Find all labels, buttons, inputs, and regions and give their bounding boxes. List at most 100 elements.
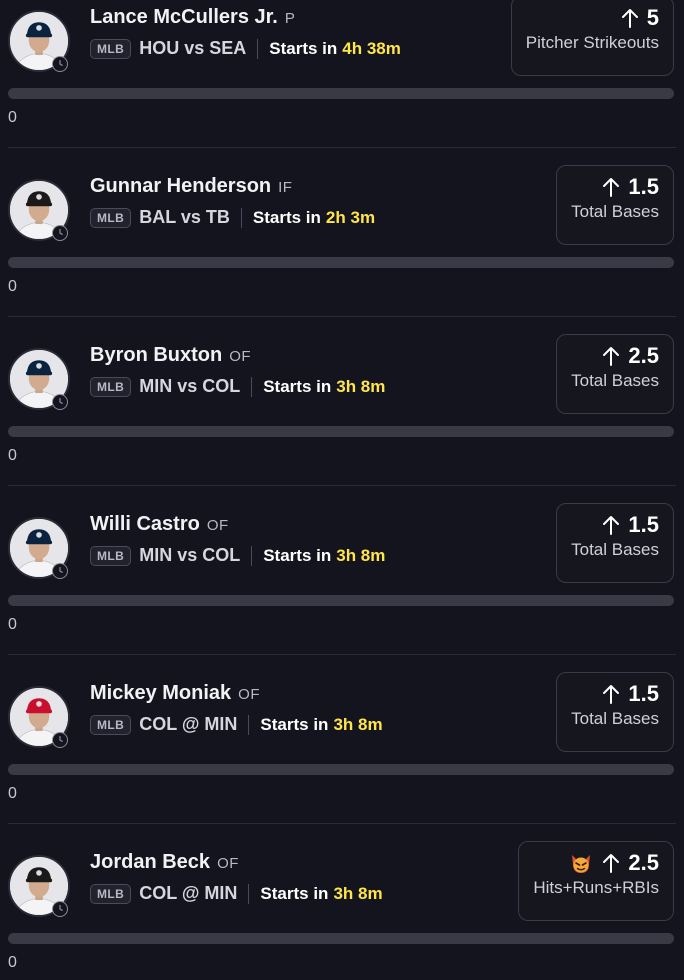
- progress-bar: [8, 933, 674, 944]
- player-name-row: Lance McCullers Jr. P: [90, 6, 295, 29]
- clock-icon: [52, 394, 68, 410]
- league-badge: MLB: [90, 883, 132, 904]
- game-info: MLB MIN vs COL Starts in 3h 8m: [90, 376, 385, 397]
- clock-icon: [52, 225, 68, 241]
- projection-line-row: 1.5: [571, 681, 659, 707]
- league-badge: MLB: [90, 545, 132, 566]
- projection-line: 1.5: [628, 512, 659, 537]
- countdown: 3h 8m: [336, 376, 386, 396]
- player-position: OF: [238, 686, 261, 703]
- arrow-up-icon: [602, 345, 620, 367]
- meta-divider: [251, 545, 253, 566]
- projection-line: 1.5: [628, 681, 659, 706]
- player-name-row: Mickey Moniak OF: [90, 682, 260, 705]
- projection-box[interactable]: 1.5 Total Bases: [556, 672, 674, 752]
- player-card[interactable]: Byron Buxton OF MLB MIN vs COL Starts in…: [0, 316, 684, 485]
- projection-line: 5: [646, 5, 659, 30]
- stat-type: Pitcher Strikeouts: [525, 33, 659, 52]
- player-card[interactable]: Gunnar Henderson IF MLB BAL vs TB Starts…: [0, 147, 684, 316]
- projection-line-row: 2.5: [533, 850, 659, 876]
- meta-divider: [248, 883, 250, 904]
- projection-list: Lance McCullers Jr. P MLB HOU vs SEA Sta…: [0, 0, 684, 980]
- player-name[interactable]: Jordan Beck: [90, 851, 210, 874]
- player-name-row: Byron Buxton OF: [90, 344, 251, 367]
- player-name-row: Willi Castro OF: [90, 513, 229, 536]
- countdown: 3h 8m: [333, 883, 383, 903]
- projection-box[interactable]: 2.5 Total Bases: [556, 334, 674, 414]
- player-card[interactable]: Lance McCullers Jr. P MLB HOU vs SEA Sta…: [0, 0, 684, 147]
- meta-divider: [257, 38, 259, 59]
- player-card[interactable]: Willi Castro OF MLB MIN vs COL Starts in…: [0, 485, 684, 654]
- starts-label: Starts in: [263, 545, 332, 565]
- game-info: MLB HOU vs SEA Starts in 4h 38m: [90, 38, 401, 59]
- projection-box[interactable]: 5 Pitcher Strikeouts: [510, 0, 674, 76]
- player-position: OF: [229, 348, 252, 365]
- player-name[interactable]: Gunnar Henderson: [90, 175, 271, 198]
- starts-label: Starts in: [252, 207, 321, 227]
- card-divider: [8, 654, 676, 655]
- starts-label: Starts in: [260, 883, 329, 903]
- projection-box[interactable]: 2.5 Hits+Runs+RBIs: [518, 841, 674, 921]
- player-name[interactable]: Mickey Moniak: [90, 682, 231, 705]
- projection-box[interactable]: 1.5 Total Bases: [556, 503, 674, 583]
- player-card[interactable]: Mickey Moniak OF MLB COL @ MIN Starts in…: [0, 654, 684, 823]
- arrow-up-icon: [602, 514, 620, 536]
- demon-icon: [568, 850, 594, 876]
- progress-value: 0: [8, 785, 17, 802]
- countdown: 2h 3m: [325, 207, 376, 227]
- card-divider: [8, 485, 676, 486]
- projection-line: 1.5: [628, 174, 659, 199]
- projection-line-row: 1.5: [571, 174, 659, 200]
- stat-type: Hits+Runs+RBIs: [533, 878, 659, 897]
- clock-icon: [52, 732, 68, 748]
- player-name[interactable]: Lance McCullers Jr.: [90, 6, 278, 29]
- meta-divider: [240, 207, 242, 228]
- progress-value: 0: [8, 954, 17, 971]
- stat-type: Total Bases: [571, 202, 659, 221]
- arrow-up-icon: [602, 852, 620, 874]
- projection-box[interactable]: 1.5 Total Bases: [556, 165, 674, 245]
- card-divider: [8, 316, 676, 317]
- matchup: HOU vs SEA: [139, 38, 247, 58]
- progress-value: 0: [8, 447, 17, 464]
- progress-value: 0: [8, 109, 17, 126]
- matchup: BAL vs TB: [139, 207, 230, 227]
- matchup: MIN vs COL: [139, 376, 241, 396]
- matchup: MIN vs COL: [139, 545, 241, 565]
- projection-line-row: 2.5: [571, 343, 659, 369]
- game-info: MLB BAL vs TB Starts in 2h 3m: [90, 207, 375, 228]
- countdown: 3h 8m: [336, 545, 386, 565]
- starts-label: Starts in: [260, 714, 329, 734]
- card-divider: [8, 823, 676, 824]
- projection-line: 2.5: [628, 343, 659, 368]
- arrow-up-icon: [602, 176, 620, 198]
- stat-type: Total Bases: [571, 709, 659, 728]
- clock-icon: [52, 563, 68, 579]
- game-info: MLB COL @ MIN Starts in 3h 8m: [90, 883, 383, 904]
- countdown: 3h 8m: [333, 714, 383, 734]
- starts-label: Starts in: [269, 38, 338, 58]
- player-position: OF: [206, 517, 229, 534]
- matchup: COL @ MIN: [139, 883, 238, 903]
- player-name[interactable]: Byron Buxton: [90, 344, 222, 367]
- card-divider: [8, 147, 676, 148]
- player-name-row: Jordan Beck OF: [90, 851, 239, 874]
- game-info: MLB MIN vs COL Starts in 3h 8m: [90, 545, 385, 566]
- player-name[interactable]: Willi Castro: [90, 513, 200, 536]
- countdown: 4h 38m: [342, 38, 401, 58]
- progress-value: 0: [8, 278, 17, 295]
- league-badge: MLB: [90, 207, 132, 228]
- player-card[interactable]: Jordan Beck OF MLB COL @ MIN Starts in 3…: [0, 823, 684, 980]
- arrow-up-icon: [621, 7, 639, 29]
- progress-bar: [8, 426, 674, 437]
- projection-line: 2.5: [628, 850, 659, 875]
- projection-line-row: 1.5: [571, 512, 659, 538]
- progress-bar: [8, 88, 674, 99]
- clock-icon: [52, 56, 68, 72]
- player-name-row: Gunnar Henderson IF: [90, 175, 292, 198]
- starts-label: Starts in: [263, 376, 332, 396]
- player-position: OF: [217, 855, 239, 872]
- progress-bar: [8, 764, 674, 775]
- league-badge: MLB: [90, 376, 132, 397]
- player-position: IF: [278, 179, 293, 196]
